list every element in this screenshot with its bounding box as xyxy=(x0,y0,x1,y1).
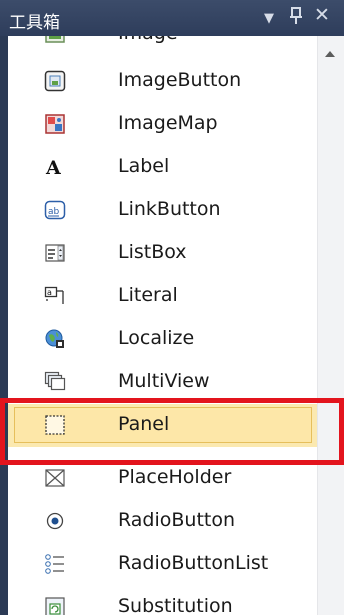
close-icon[interactable]: ✕ xyxy=(314,5,330,25)
toolbox-item-label: MultiView xyxy=(118,370,210,392)
toolbox-item-image[interactable]: Image xyxy=(8,36,318,56)
toolbox-item-label: ListBox xyxy=(118,241,187,263)
toolbox-panel: Image ImageButton xyxy=(8,36,344,615)
pin-icon[interactable] xyxy=(289,6,303,31)
image-map-icon xyxy=(44,113,66,135)
toolbox-item-localize[interactable]: Localize xyxy=(8,318,318,361)
svg-text:A: A xyxy=(45,157,61,178)
toolbox-item-imagebutton[interactable]: ImageButton xyxy=(8,60,318,103)
svg-text:a: a xyxy=(47,288,52,297)
toolbox-item-label: Literal xyxy=(118,284,178,306)
toolbox-item-label: Localize xyxy=(118,327,195,349)
image-button-icon xyxy=(44,70,66,92)
toolbox-item-label: ImageButton xyxy=(118,69,242,91)
toolbox-item-label: Image xyxy=(118,36,178,44)
radio-button-icon xyxy=(44,510,66,532)
toolbox-item-label: LinkButton xyxy=(118,198,221,220)
label-icon: A xyxy=(44,156,66,179)
toolbox-item-linkbutton[interactable]: ab LinkButton xyxy=(8,189,318,232)
pin-glyph xyxy=(290,7,302,24)
image-icon xyxy=(44,36,66,45)
toolbox-item-label: Substitution xyxy=(118,595,233,615)
toolbox-title: 工具箱 xyxy=(9,13,60,33)
toolbox-item-label-control[interactable]: A Label xyxy=(8,146,318,189)
toolbox-item-label: PlaceHolder xyxy=(118,466,232,488)
toolbox-item-label: RadioButtonList xyxy=(118,552,269,574)
toolbox-item-radiobutton[interactable]: RadioButton xyxy=(8,500,318,543)
list-box-icon xyxy=(44,242,66,264)
toolbox-item-label: ImageMap xyxy=(118,112,218,134)
highlight-annotation xyxy=(0,398,344,465)
toolbox-item-radiobuttonlist[interactable]: RadioButtonList xyxy=(8,543,318,586)
vertical-scrollbar[interactable] xyxy=(317,36,344,615)
toolbox-titlebar: 工具箱 ▼ ✕ xyxy=(0,0,344,36)
dropdown-icon[interactable]: ▼ xyxy=(264,9,274,29)
toolbox-item-label: RadioButton xyxy=(118,509,236,531)
link-button-icon: ab xyxy=(44,199,66,221)
toolbox-item-listbox[interactable]: ListBox xyxy=(8,232,318,275)
toolbox-item-substitution[interactable]: Substitution xyxy=(8,586,318,615)
toolbox-item-literal[interactable]: a Literal xyxy=(8,275,318,318)
substitution-icon xyxy=(44,596,66,615)
toolbox-item-imagemap[interactable]: ImageMap xyxy=(8,103,318,146)
multiview-icon xyxy=(44,371,66,393)
literal-icon: a xyxy=(44,285,66,307)
localize-icon xyxy=(44,328,66,350)
scroll-up-arrow-icon[interactable] xyxy=(325,51,335,57)
toolbox-item-label: Label xyxy=(118,155,170,177)
placeholder-icon xyxy=(44,467,66,489)
radio-button-list-icon xyxy=(44,553,66,575)
